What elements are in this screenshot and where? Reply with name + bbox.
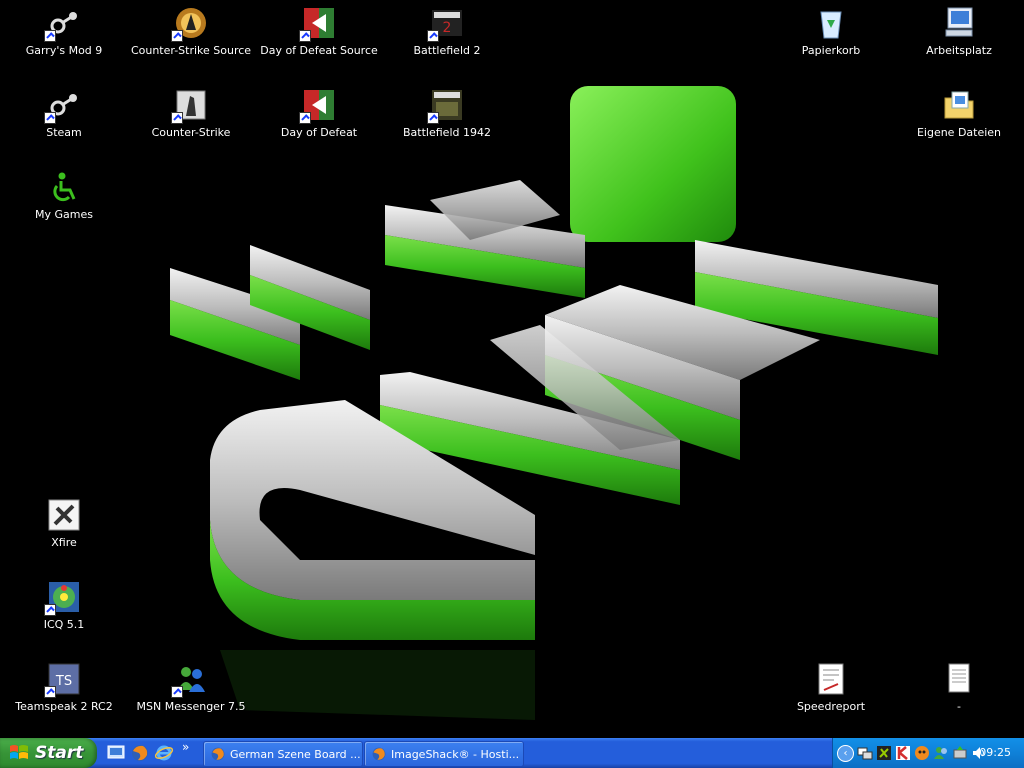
icon-label: Papierkorb (801, 44, 861, 57)
internet-explorer-icon[interactable] (154, 743, 174, 763)
my-documents-icon (944, 91, 974, 119)
clock[interactable]: 09:25 (979, 746, 1011, 759)
task-label: ImageShack® - Hosti... (391, 747, 520, 761)
network-icon[interactable] (857, 745, 873, 761)
shortcut-arrow-icon (427, 112, 439, 124)
desktop-icon-steam[interactable]: Steam (16, 86, 112, 156)
icon-label: Speedreport (796, 700, 866, 713)
desktop-icon-battlefield1942[interactable]: Battlefield 1942 (399, 86, 495, 156)
k-tray-icon[interactable] (895, 745, 911, 761)
shortcut-arrow-icon (44, 30, 56, 42)
icon-label: ICQ 5.1 (43, 618, 85, 631)
show-desktop-icon[interactable] (106, 743, 126, 763)
firefox-icon[interactable] (130, 743, 150, 763)
my-computer-icon (945, 7, 973, 37)
shortcut-arrow-icon (44, 604, 56, 616)
desktop-icon-dod[interactable]: Day of Defeat (271, 86, 367, 156)
text-file-icon (948, 663, 970, 693)
shortcut-arrow-icon (171, 112, 183, 124)
svg-text:2: 2 (443, 20, 452, 36)
icon-label: Counter-Strike (151, 126, 231, 139)
svg-text:TS: TS (55, 674, 72, 689)
shortcut-arrow-icon (427, 30, 439, 42)
desktop-icon-battlefield2[interactable]: 2 Battlefield 2 (399, 4, 495, 74)
desktop-icon-my-computer[interactable]: Arbeitsplatz (911, 4, 1007, 74)
icon-label: Garry's Mod 9 (25, 44, 103, 57)
icon-label: Eigene Dateien (916, 126, 1002, 139)
letter-e-middle (385, 180, 585, 298)
shortcut-arrow-icon (299, 112, 311, 124)
desktop-icon-recycle-bin[interactable]: Papierkorb (783, 4, 879, 74)
shortcut-arrow-icon (44, 112, 56, 124)
icon-label: Steam (46, 126, 82, 139)
recycle-bin-icon (820, 11, 842, 39)
letter-e-left (170, 245, 370, 380)
desktop-icon-icq[interactable]: ICQ 5.1 (16, 578, 112, 648)
desktop-icon-teamspeak[interactable]: TS Teamspeak 2 RC2 (15, 660, 113, 730)
graphics-tray-icon[interactable] (914, 745, 930, 761)
desktop-icon-msn[interactable]: MSN Messenger 7.5 (137, 660, 245, 730)
shortcut-arrow-icon (44, 686, 56, 698)
windows-logo-icon (10, 745, 28, 759)
quick-launch (106, 743, 174, 763)
taskbar: Start » German Szene Board ... ImageShac… (0, 738, 1024, 768)
task-label: German Szene Board ... (230, 747, 361, 761)
desktop-icon-speedreport[interactable]: Speedreport (783, 660, 879, 730)
desktop-icon-my-games[interactable]: My Games (16, 168, 112, 238)
msn-tray-icon[interactable] (933, 745, 949, 761)
desktop-icon-xfire[interactable]: Xfire (16, 496, 112, 566)
shortcut-arrow-icon (171, 30, 183, 42)
start-button[interactable]: Start (0, 738, 97, 768)
safely-remove-icon[interactable] (952, 745, 968, 761)
icon-label: Arbeitsplatz (926, 44, 992, 57)
icon-label: - (957, 700, 961, 713)
xfire-icon (48, 499, 80, 531)
icon-label: Battlefield 1942 (403, 126, 491, 139)
icon-label: MSN Messenger 7.5 (136, 700, 246, 713)
start-label: Start (35, 743, 84, 763)
taskbar-button-imageshack[interactable]: ImageShack® - Hosti... (364, 741, 524, 767)
firefox-icon (210, 746, 226, 762)
icon-label: My Games (35, 208, 93, 221)
desktop-icon-garrys-mod[interactable]: Garry's Mod 9 (16, 4, 112, 74)
my-games-icon (53, 172, 76, 202)
show-hidden-icons-button[interactable]: ‹ (837, 744, 854, 762)
desktop-icon-counter-strike[interactable]: Counter-Strike (143, 86, 239, 156)
desktop-icon-my-documents[interactable]: Eigene Dateien (911, 86, 1007, 156)
desktop-icon-dod-source[interactable]: Day of Defeat Source (260, 4, 378, 74)
icon-label: Day of Defeat (280, 126, 358, 139)
desktop-icon-text-file[interactable]: - (911, 660, 1007, 730)
taskbar-button-german-szene-board[interactable]: German Szene Board ... (203, 741, 363, 767)
icon-label: Teamspeak 2 RC2 (15, 700, 113, 713)
shortcut-arrow-icon (299, 30, 311, 42)
xfire-tray-icon[interactable] (876, 745, 892, 761)
firefox-icon (371, 746, 387, 762)
desktop-icon-cs-source[interactable]: Counter-Strike Source (131, 4, 251, 74)
speedreport-icon (818, 663, 844, 695)
icon-label: Day of Defeat Source (260, 44, 378, 57)
quicklaunch-more-button[interactable]: » (182, 740, 189, 754)
icon-label: Xfire (51, 536, 77, 549)
system-tray: ‹ 09:25 (832, 738, 1024, 768)
icon-label: Counter-Strike Source (130, 44, 252, 57)
icon-label: Battlefield 2 (413, 44, 481, 57)
shortcut-arrow-icon (171, 686, 183, 698)
